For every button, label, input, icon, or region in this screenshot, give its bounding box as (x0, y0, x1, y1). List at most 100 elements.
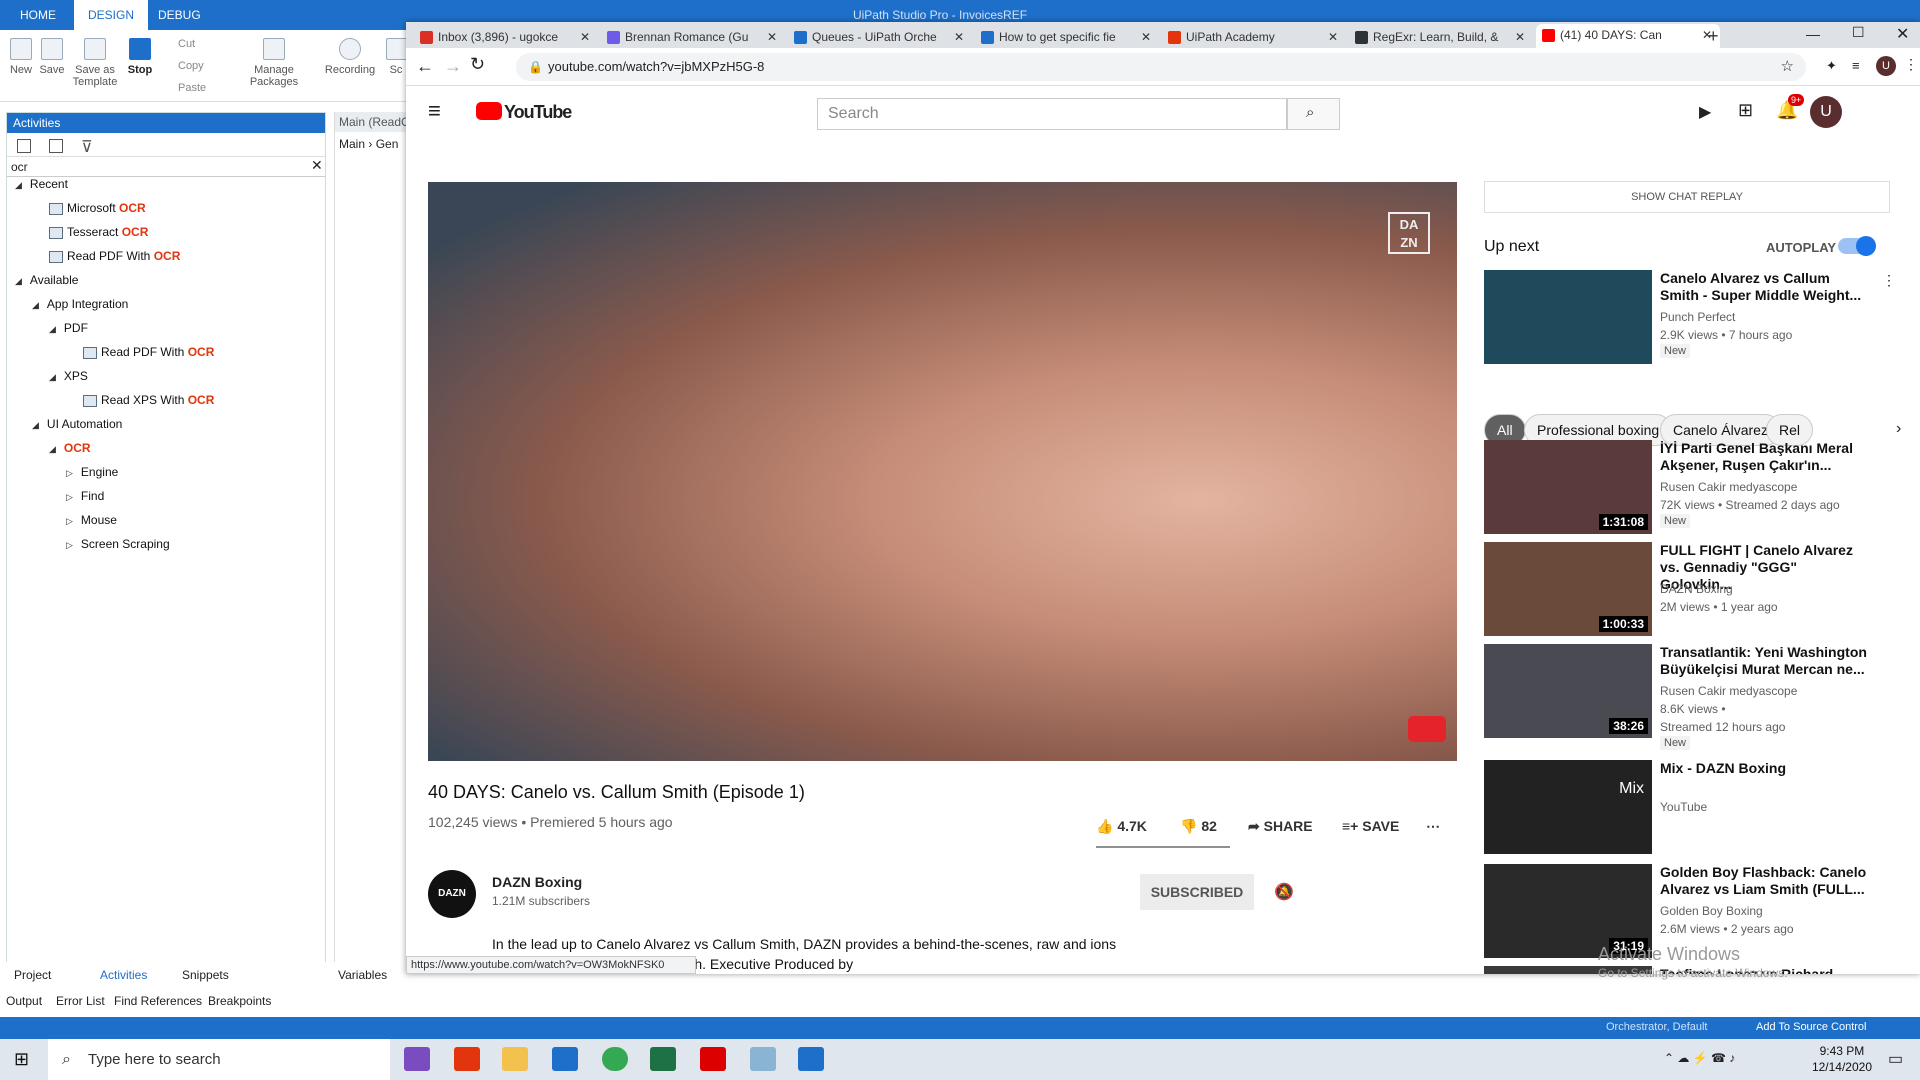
account-avatar[interactable]: U (1810, 96, 1842, 128)
clear-search-icon[interactable]: ✕ (311, 157, 323, 174)
autoplay-toggle[interactable] (1838, 236, 1876, 256)
filter-icon[interactable]: ⊽ (81, 137, 93, 157)
video-thumbnail[interactable]: 1:31:08 (1484, 440, 1652, 534)
youtube-logo-text[interactable]: YouTube (504, 102, 572, 123)
close-window-button[interactable]: ✕ (1896, 24, 1909, 44)
uipath-icon[interactable] (552, 1047, 578, 1071)
tree-item[interactable]: ▷ Mouse (66, 513, 117, 527)
search-input[interactable]: Search (817, 98, 1287, 130)
new-button[interactable]: New (8, 38, 34, 76)
search-button[interactable]: ⌕ (1287, 98, 1340, 130)
tab-close-icon[interactable]: ✕ (1328, 26, 1338, 48)
video-player[interactable]: DA ZN (428, 182, 1457, 761)
video-thumbnail[interactable]: 1:00:33 (1484, 542, 1652, 636)
orchestrator-status[interactable]: Orchestrator, Default (1606, 1021, 1708, 1033)
tree-item[interactable]: Read PDF With OCR (49, 249, 180, 263)
tree-item[interactable]: ◢ PDF (49, 321, 88, 335)
menu-icon[interactable]: ≡ (428, 98, 441, 124)
expand-all-icon[interactable] (17, 139, 31, 153)
bookmark-star-icon[interactable]: ☆ (1781, 53, 1794, 81)
lock-icon[interactable]: 🔒 (528, 53, 543, 81)
video-thumbnail[interactable]: 38:26 (1484, 644, 1652, 738)
tab-debug[interactable]: DEBUG (144, 0, 215, 30)
tree-item[interactable]: Tesseract OCR (49, 225, 148, 239)
system-tray-icons[interactable]: ⌃ ☁ ⚡ ☎ ♪ (1664, 1051, 1735, 1065)
windows-start-icon[interactable]: ⊞ (14, 1049, 29, 1070)
taskbar-clock[interactable]: 9:43 PM 12/14/2020 (1812, 1043, 1872, 1075)
save-template-button[interactable]: Save as Template (70, 38, 120, 88)
tree-item[interactable]: ▷ Screen Scraping (66, 537, 170, 551)
apps-grid-icon[interactable]: ⊞ (1738, 100, 1753, 121)
paste-button[interactable]: Paste (178, 82, 206, 94)
tab-close-icon[interactable]: ✕ (767, 26, 777, 48)
file-explorer-icon[interactable] (502, 1047, 528, 1071)
cut-button[interactable]: Cut (178, 38, 195, 50)
acrobat-icon[interactable] (700, 1047, 726, 1071)
copy-button[interactable]: Copy (178, 60, 204, 72)
excel-icon[interactable] (650, 1047, 676, 1071)
browser-tab[interactable]: How to get specific fie ✕ (975, 26, 1159, 50)
bell-off-icon[interactable]: 🔕 (1274, 882, 1294, 902)
new-tab-button[interactable]: + (1708, 26, 1719, 47)
tab-close-icon[interactable]: ✕ (954, 26, 964, 48)
tree-item[interactable]: ◢ App Integration (32, 297, 128, 311)
screen-scraping-button[interactable]: Sc (386, 38, 406, 76)
browser-tab[interactable]: (41) 40 DAYS: Can ✕ (1536, 24, 1720, 50)
like-button[interactable]: 👍 4.7K (1096, 818, 1147, 835)
browser-menu-icon[interactable]: ⋮ (1904, 56, 1918, 73)
visual-studio-icon[interactable] (404, 1047, 430, 1071)
subscribed-button[interactable]: SUBSCRIBED (1140, 874, 1254, 910)
tab-close-icon[interactable]: ✕ (1141, 26, 1151, 48)
forward-icon[interactable]: → (444, 56, 462, 77)
activities-tab[interactable]: Activities (100, 968, 147, 982)
breadcrumb-main[interactable]: Main (339, 137, 365, 151)
office-icon[interactable] (454, 1047, 480, 1071)
save-to-playlist-button[interactable]: ≡+ SAVE (1342, 818, 1399, 834)
video-thumbnail[interactable]: Mix (1484, 760, 1652, 854)
youtube-logo-icon[interactable] (476, 102, 502, 120)
output-tab[interactable]: Output (6, 994, 42, 1008)
add-source-control-button[interactable]: Add To Source Control (1756, 1021, 1866, 1033)
dislike-button[interactable]: 👎 82 (1180, 818, 1217, 835)
reload-icon[interactable]: ↻ (470, 54, 485, 75)
minimize-button[interactable]: — (1806, 26, 1820, 42)
tree-item[interactable]: ◢ Available (15, 273, 78, 287)
video-thumbnail[interactable] (1484, 270, 1652, 364)
save-button[interactable]: Save (38, 38, 66, 76)
recording-button[interactable]: Recording (322, 38, 378, 76)
tab-close-icon[interactable]: ✕ (580, 26, 590, 48)
activities-search-input[interactable]: ocr (7, 157, 325, 177)
breadcrumb-gen[interactable]: Gen (376, 137, 399, 151)
snippets-tab[interactable]: Snippets (182, 968, 229, 982)
taskbar-search-input[interactable]: ⌕ Type here to search (48, 1039, 390, 1080)
error-list-tab[interactable]: Error List (56, 994, 105, 1008)
stop-button[interactable]: Stop (124, 38, 156, 76)
reading-list-icon[interactable]: ≡ (1852, 58, 1860, 73)
url-input[interactable]: 🔒 youtube.com/watch?v=jbMXPzH5G-8 ☆ (516, 53, 1806, 81)
extensions-icon[interactable]: ✦ (1826, 58, 1837, 74)
project-tab[interactable]: Project (14, 968, 51, 982)
collapse-all-icon[interactable] (49, 139, 63, 153)
maximize-button[interactable]: ☐ (1852, 24, 1865, 41)
app-icon[interactable] (750, 1047, 776, 1071)
back-icon[interactable]: ← (416, 56, 434, 77)
browser-tab[interactable]: RegExr: Learn, Build, & ✕ (1349, 26, 1533, 50)
youtube-play-icon[interactable] (1408, 716, 1446, 742)
manage-packages-button[interactable]: Manage Packages (246, 38, 302, 88)
browser-tab[interactable]: UiPath Academy ✕ (1162, 26, 1346, 50)
recommended-video[interactable]: 1:00:33 FULL FIGHT | Canelo Alvarez vs. G… (1484, 542, 1904, 636)
create-video-icon[interactable]: ▶ (1699, 102, 1711, 122)
tree-item[interactable]: Read XPS With OCR (83, 393, 214, 407)
breakpoints-tab[interactable]: Breakpoints (208, 994, 271, 1008)
browser-tab[interactable]: Inbox (3,896) - ugokce ✕ (414, 26, 598, 50)
tree-item[interactable]: Microsoft OCR (49, 201, 146, 215)
tree-item[interactable]: ◢ XPS (49, 369, 88, 383)
action-center-icon[interactable]: ▭ (1888, 1049, 1903, 1069)
tree-item[interactable]: ▷ Engine (66, 465, 118, 479)
browser-tab[interactable]: Brennan Romance (Gu ✕ (601, 26, 785, 50)
more-options-icon[interactable]: ⋮ (1882, 272, 1896, 289)
tree-item[interactable]: ◢ OCR (49, 441, 91, 455)
find-references-tab[interactable]: Find References (114, 994, 202, 1008)
tree-item[interactable]: Read PDF With OCR (83, 345, 214, 359)
variables-tab[interactable]: Variables (338, 968, 387, 982)
